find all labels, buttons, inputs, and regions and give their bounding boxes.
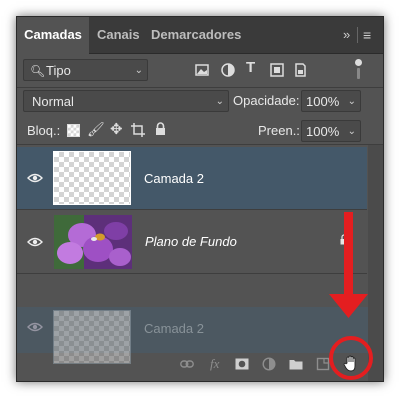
lock-all-icon[interactable] xyxy=(155,122,166,136)
layer-name: Plano de Fundo xyxy=(145,234,237,249)
filter-kind-label: Tipo xyxy=(46,63,71,78)
opacity-label: Opacidade: xyxy=(233,93,300,108)
lock-label: Bloq.: xyxy=(27,123,61,138)
divider xyxy=(17,273,367,274)
fx-icon[interactable]: fx xyxy=(210,356,219,372)
filter-toggle-icon[interactable] xyxy=(354,59,362,79)
folder-icon[interactable] xyxy=(289,357,303,371)
layer-row-camada-2[interactable]: Camada 2 xyxy=(17,147,367,209)
hand-cursor-icon xyxy=(343,355,356,372)
image-filter-icon[interactable] xyxy=(195,63,209,77)
panel-menu-icon[interactable]: ≡ xyxy=(363,17,371,53)
chevron-down-icon: ⌄ xyxy=(134,65,143,76)
adjustment-filter-icon[interactable] xyxy=(221,63,235,77)
tab-canais[interactable]: Canais xyxy=(97,17,140,53)
blend-mode-value: Normal xyxy=(32,94,74,109)
lock-brush-icon[interactable]: 🖌︎ xyxy=(87,121,105,138)
visibility-eye-icon[interactable] xyxy=(27,173,43,183)
divider xyxy=(17,144,383,145)
collapse-chevrons-icon[interactable]: » xyxy=(343,17,350,53)
layer-name: Camada 2 xyxy=(144,321,204,336)
shape-filter-icon[interactable] xyxy=(270,63,284,77)
new-layer-icon[interactable] xyxy=(316,357,330,371)
visibility-eye-icon xyxy=(27,322,43,332)
layer-thumbnail xyxy=(53,310,131,364)
layers-scrollbar[interactable] xyxy=(368,145,383,381)
chevron-down-icon: ⌄ xyxy=(347,126,356,137)
chevron-down-icon: ⌄ xyxy=(215,96,224,107)
mask-icon[interactable] xyxy=(235,357,249,371)
smart-object-filter-icon[interactable] xyxy=(293,63,307,77)
chevron-down-icon: ⌄ xyxy=(347,96,356,107)
panel-tab-bar: Camadas Canais Demarcadores » ≡ xyxy=(17,17,383,54)
divider xyxy=(17,87,383,88)
lock-move-icon[interactable]: ✥ xyxy=(110,120,123,138)
flower-photo-thumbnail xyxy=(54,215,132,269)
type-filter-icon[interactable]: T xyxy=(246,59,255,76)
dragging-layer-row[interactable]: Camada 2 xyxy=(17,307,383,364)
search-icon: 🔍︎ xyxy=(30,64,46,78)
fill-label: Preen.: xyxy=(258,123,300,138)
layer-thumbnail xyxy=(53,151,131,205)
lock-artboard-icon[interactable] xyxy=(131,123,145,137)
adjustment-icon[interactable] xyxy=(262,357,276,371)
tab-demarcadores[interactable]: Demarcadores xyxy=(151,17,241,53)
layers-panel: Camadas Canais Demarcadores » ≡ 🔍︎ Tipo … xyxy=(16,16,384,382)
blend-mode-select[interactable]: Normal ⌄ xyxy=(23,90,229,112)
fill-value: 100% xyxy=(306,124,340,139)
layer-name: Camada 2 xyxy=(144,171,204,186)
layer-lock-icon xyxy=(340,234,348,245)
visibility-eye-icon[interactable] xyxy=(27,237,43,247)
fill-input[interactable]: 100% ⌄ xyxy=(301,120,361,142)
tab-divider xyxy=(357,27,358,43)
lock-transparent-icon[interactable] xyxy=(67,124,80,137)
opacity-value: 100% xyxy=(306,94,340,109)
tab-camadas[interactable]: Camadas xyxy=(17,17,89,54)
filter-kind-select[interactable]: 🔍︎ Tipo ⌄ xyxy=(23,59,148,81)
layer-row-plano-de-fundo[interactable]: Plano de Fundo xyxy=(17,210,367,272)
opacity-input[interactable]: 100% ⌄ xyxy=(301,90,361,112)
link-icon[interactable] xyxy=(180,357,194,371)
